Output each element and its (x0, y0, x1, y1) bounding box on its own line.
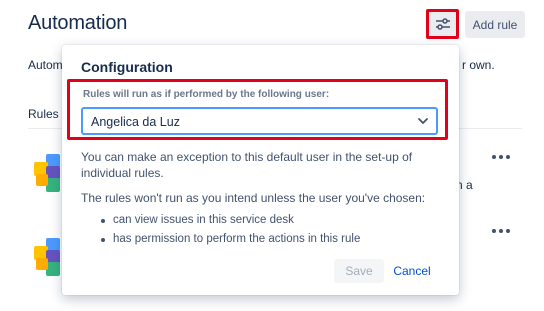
settings-button[interactable] (426, 9, 459, 39)
user-select-label: Rules will run as if performed by the fo… (83, 89, 330, 100)
user-select[interactable]: Angelica da Luz (81, 107, 438, 135)
save-button[interactable]: Save (334, 259, 384, 283)
popover-title: Configuration (81, 59, 173, 75)
user-select-value: Angelica da Luz (91, 115, 180, 129)
user-select-group: Rules will run as if performed by the fo… (67, 79, 448, 140)
ellipsis-icon[interactable] (492, 227, 512, 235)
exception-note: You can make an exception to this defaul… (81, 150, 413, 180)
requirements-intro: The rules won't run as you intend unless… (81, 191, 426, 205)
page-title: Automation (28, 12, 128, 34)
sliders-icon (435, 18, 450, 30)
page-description: Autom (28, 58, 63, 72)
rules-heading: Rules i (28, 107, 65, 121)
page-description-end: r own. (462, 58, 495, 72)
ellipsis-icon[interactable] (492, 153, 512, 161)
configuration-popover: Configuration Rules will run as if perfo… (62, 45, 459, 295)
chevron-down-icon (418, 118, 428, 124)
list-item: can view issues in this service desk (99, 211, 360, 230)
cancel-button[interactable]: Cancel (388, 259, 436, 283)
add-rule-button[interactable]: Add rule (465, 11, 525, 38)
list-item: has permission to perform the actions in… (99, 230, 360, 249)
requirements-list: can view issues in this service desk has… (99, 211, 360, 249)
